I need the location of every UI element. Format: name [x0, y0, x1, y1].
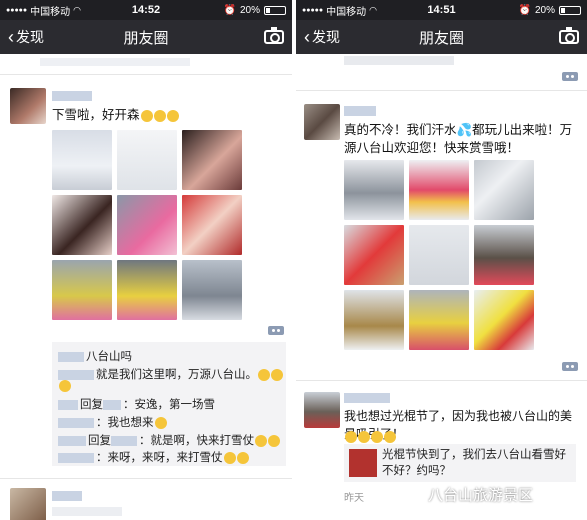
wechat-logo-icon: [404, 486, 427, 505]
emoji-icon: [140, 109, 153, 122]
more-options-icon[interactable]: [268, 326, 284, 335]
photo[interactable]: [344, 160, 404, 220]
battery-icon: [264, 5, 286, 15]
photo[interactable]: [182, 130, 242, 190]
comment[interactable]: 就是我们这里啊，万源八台山。: [58, 366, 283, 382]
back-chevron-icon: ‹: [304, 27, 310, 47]
share-title: 光棍节快到了，我们去八台山看雪好不好？约吗？: [382, 449, 566, 477]
camera-icon[interactable]: [264, 27, 284, 44]
photo[interactable]: [409, 225, 469, 285]
clock: 14:51: [427, 4, 456, 16]
photo[interactable]: [409, 160, 469, 220]
divider: [0, 478, 292, 479]
emoji-icon: [153, 109, 166, 122]
status-bar: ●●●●● 中国移动 ◠ 14:52 ⏰ 20%: [0, 0, 292, 20]
emoji-icon: [166, 109, 179, 122]
post-time: 昨天: [344, 493, 364, 504]
camera-icon[interactable]: [559, 27, 579, 44]
back-label: 发现: [16, 29, 44, 45]
author-name[interactable]: [52, 491, 82, 501]
photo[interactable]: [52, 195, 112, 255]
photo[interactable]: [117, 195, 177, 255]
status-bar: ●●●●● 中国移动 ◠ 14:51 ⏰ 20%: [296, 0, 587, 20]
post-text: 下雪啦，好开森: [52, 106, 179, 124]
shared-link-card[interactable]: 光棍节快到了，我们去八台山看雪好不好？约吗？: [344, 444, 576, 482]
photo[interactable]: [117, 130, 177, 190]
back-button[interactable]: ‹ 发现: [8, 27, 44, 47]
comment-box: 八台山吗 就是我们这里啊，万源八台山。 回复 ：安逸，第一场雪 ：我也想来 回复：…: [52, 342, 286, 466]
previous-post-fragment: [344, 56, 454, 65]
avatar[interactable]: [10, 88, 46, 124]
right-screen: ●●●●● 中国移动 ◠ 14:51 ⏰ 20% ‹ 发现 朋友圈 真的不冷！我…: [296, 0, 587, 520]
photo[interactable]: [344, 225, 404, 285]
divider: [0, 74, 292, 75]
comment-emoji: [58, 380, 72, 392]
photo[interactable]: [344, 290, 404, 350]
photo[interactable]: [474, 160, 534, 220]
post-text-fragment: [52, 507, 122, 516]
author-name[interactable]: [344, 106, 376, 116]
back-chevron-icon: ‹: [8, 27, 14, 47]
divider: [296, 90, 587, 91]
back-label: 发现: [312, 29, 340, 45]
clock: 14:52: [131, 4, 161, 16]
comment[interactable]: 回复 ：就是啊，快来打雪仗: [58, 432, 280, 448]
back-button[interactable]: ‹ 发现: [304, 27, 340, 47]
comment[interactable]: ：我也想来: [58, 414, 167, 430]
watermark-text: 八台山旅游景区: [428, 487, 534, 504]
photo[interactable]: [52, 130, 112, 190]
left-screen: ●●●●● 中国移动 ◠ 14:52 ⏰ 20% ‹ 发现 朋友圈 下雪啦，好开…: [0, 0, 292, 520]
photo[interactable]: [182, 195, 242, 255]
more-options-icon[interactable]: [562, 362, 578, 371]
comment[interactable]: 回复 ：安逸，第一场雪: [58, 396, 215, 412]
author-name[interactable]: [344, 393, 390, 403]
divider: [296, 380, 587, 381]
previous-post-fragment: [40, 58, 190, 66]
photo[interactable]: [409, 290, 469, 350]
avatar[interactable]: [10, 488, 46, 520]
photo[interactable]: [474, 225, 534, 285]
avatar[interactable]: [304, 104, 340, 140]
photo[interactable]: [52, 260, 112, 320]
watermark: 八台山旅游景区: [404, 484, 533, 505]
comment[interactable]: ：来呀，来呀，来打雪仗: [58, 449, 249, 465]
more-options-icon[interactable]: [562, 72, 578, 81]
author-name[interactable]: [52, 91, 92, 101]
nav-bar: ‹ 发现 朋友圈: [0, 20, 292, 54]
avatar[interactable]: [304, 392, 340, 428]
share-thumbnail: [349, 449, 377, 477]
battery-icon: [559, 5, 581, 15]
nav-bar: ‹ 发现 朋友圈: [296, 20, 587, 54]
post-text: 真的不冷！我们汗水💦都玩儿出来啦！万源八台山欢迎您！快来赏雪哦！: [344, 123, 573, 155]
comment[interactable]: 八台山吗: [58, 348, 132, 364]
photo[interactable]: [117, 260, 177, 320]
photo[interactable]: [474, 290, 534, 350]
photo[interactable]: [182, 260, 242, 320]
